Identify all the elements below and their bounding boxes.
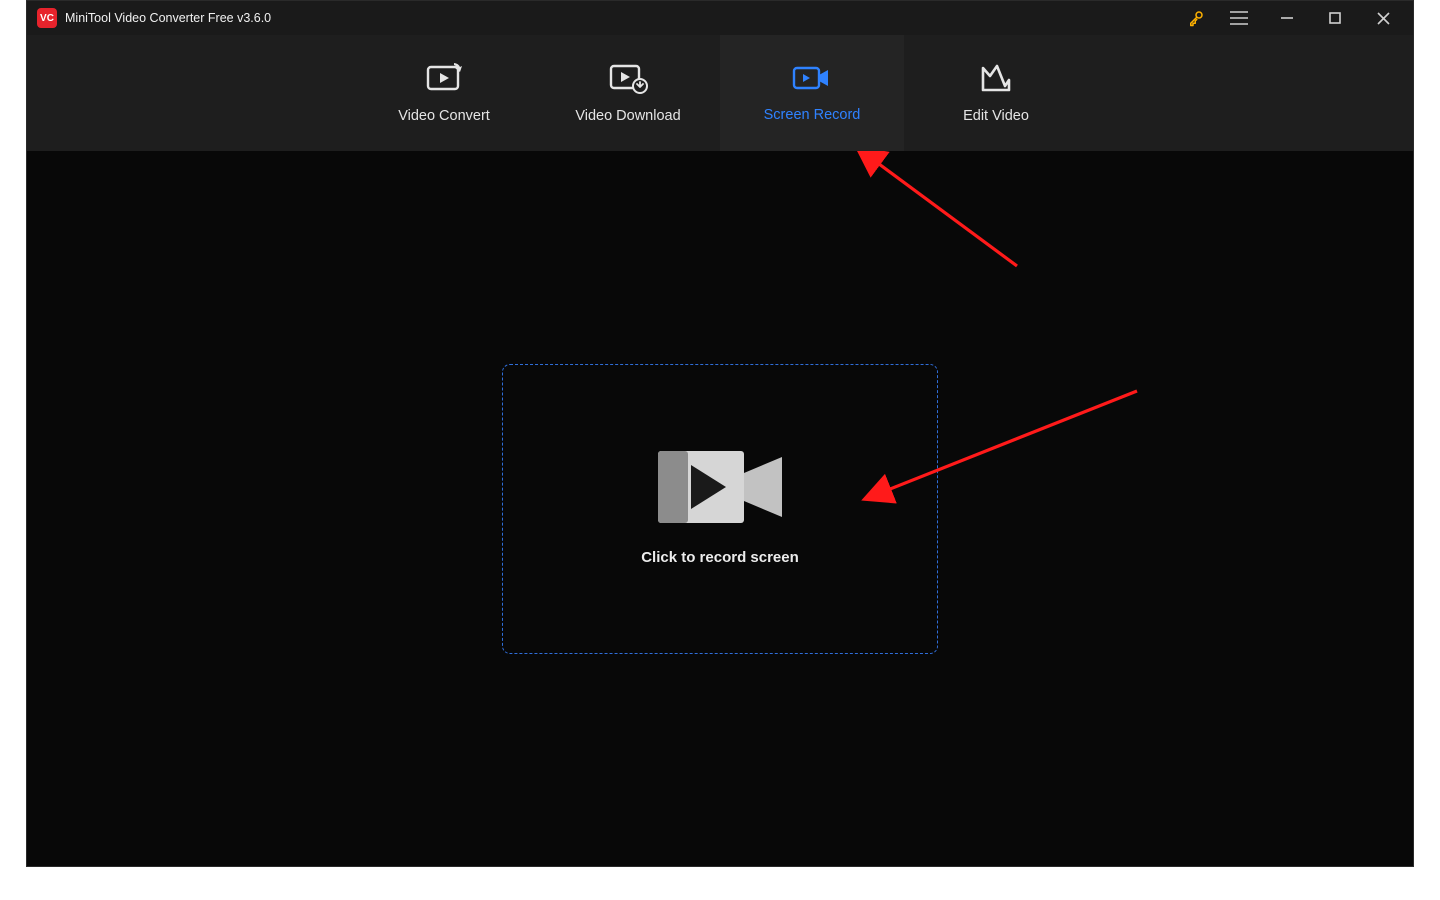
activate-key-icon[interactable] [1179,3,1213,33]
camera-icon [658,451,782,523]
close-button[interactable] [1361,3,1405,33]
tab-label: Video Download [575,108,680,124]
window-controls [1179,3,1405,33]
app-title: MiniTool Video Converter Free v3.6.0 [65,11,271,25]
annotation-arrow-icon [847,151,1047,281]
tab-edit-video[interactable]: Edit Video [904,35,1088,151]
tab-screen-record[interactable]: Screen Record [720,35,904,151]
record-prompt: Click to record screen [641,549,799,566]
maximize-button[interactable] [1313,3,1357,33]
record-icon [792,63,832,93]
app-window: VC MiniTool Video Converter Free v3.6.0 [26,0,1414,867]
tab-label: Screen Record [764,107,861,123]
app-logo-icon: VC [37,8,57,28]
title-bar: VC MiniTool Video Converter Free v3.6.0 [27,1,1413,35]
edit-video-icon [979,62,1013,94]
tab-video-download[interactable]: Video Download [536,35,720,151]
tab-label: Edit Video [963,108,1029,124]
tab-video-convert[interactable]: Video Convert [352,35,536,151]
minimize-button[interactable] [1265,3,1309,33]
convert-icon [425,62,463,94]
brand-area: VC MiniTool Video Converter Free v3.6.0 [37,8,271,28]
hamburger-menu-icon[interactable] [1217,3,1261,33]
record-screen-button[interactable]: Click to record screen [502,364,938,654]
tab-label: Video Convert [398,108,490,124]
tab-bar: Video Convert Video Download Screen Reco… [27,35,1413,151]
main-area: Click to record screen [27,151,1413,866]
download-icon [608,62,648,94]
